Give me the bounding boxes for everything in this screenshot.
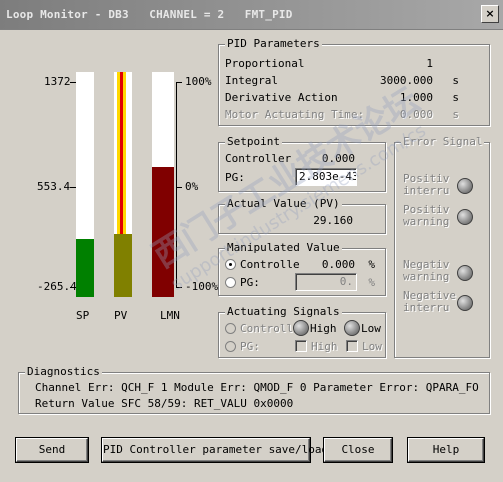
param-label-integral: Integral bbox=[225, 74, 278, 87]
param-label-motor-time: Motor Actuating Time: bbox=[225, 108, 365, 121]
error-signal-group: Error Signal Positiv interru Positiv war… bbox=[394, 135, 490, 358]
diagnostics-title: Diagnostics bbox=[25, 365, 102, 378]
actuating-pg-low-label: Low bbox=[362, 340, 382, 353]
error-negative-warning-label: Negativ warning bbox=[403, 258, 450, 283]
error-signal-title: Error Signal bbox=[401, 135, 485, 148]
actuating-pg-radio[interactable] bbox=[225, 341, 236, 352]
scale-right-mid: 0% bbox=[185, 180, 199, 193]
scale-right-tick-top bbox=[176, 82, 182, 83]
actual-value-group: Actual Value (PV) 29.160 bbox=[218, 197, 386, 234]
pv-bar bbox=[114, 72, 132, 297]
manipulated-controller-radio[interactable] bbox=[225, 259, 236, 270]
close-button[interactable]: Close bbox=[324, 438, 392, 462]
param-unit-derivative: s bbox=[452, 91, 459, 104]
setpoint-group: Setpoint Controller 0.000 PG: 2.803e-43 bbox=[218, 135, 386, 192]
setpoint-title: Setpoint bbox=[225, 135, 282, 148]
setpoint-controller-label: Controller bbox=[225, 152, 292, 165]
scale-right-tick-bottom bbox=[176, 287, 182, 288]
actuating-pg-high-label: High bbox=[311, 340, 338, 353]
pv-bar-fill bbox=[114, 234, 132, 297]
pid-parameters-title: PID Parameters bbox=[225, 37, 322, 50]
lmn-bar bbox=[152, 72, 174, 297]
error-positive-warning-led-icon bbox=[457, 209, 473, 225]
setpoint-pg-field[interactable]: 2.803e-43 bbox=[295, 168, 357, 186]
setpoint-pg-label: PG: bbox=[225, 171, 245, 184]
manipulated-controller-unit: % bbox=[368, 258, 375, 271]
param-value-proportional: 1 bbox=[426, 57, 433, 70]
sp-bar bbox=[76, 72, 94, 297]
actuating-low-led-icon bbox=[344, 320, 360, 336]
scale-right-bottom: -100% bbox=[185, 280, 219, 293]
lmn-label: LMN bbox=[160, 309, 180, 322]
help-button[interactable]: Help bbox=[408, 438, 484, 462]
dialog-client: 1372 553.4 -265.4 100% 0% -100% SP PV LM… bbox=[4, 32, 499, 478]
scale-left-top: 1372 bbox=[44, 75, 71, 88]
scale-right-tick-mid bbox=[176, 187, 182, 188]
scale-right-line bbox=[176, 82, 177, 287]
manipulated-value-group: Manipulated Value Controlle 0.000 % PG: … bbox=[218, 241, 386, 296]
pid-save-load-button[interactable]: PID Controller parameter save/load bbox=[102, 438, 328, 462]
diagnostics-group: Diagnostics Channel Err: QCH_F 1 Module … bbox=[18, 365, 490, 414]
actual-value-title: Actual Value (PV) bbox=[225, 197, 342, 210]
param-unit-integral: s bbox=[452, 74, 459, 87]
manipulated-controller-label: Controlle bbox=[240, 258, 300, 271]
scale-left-mid: 553.4 bbox=[37, 180, 71, 193]
manipulated-pg-unit: % bbox=[368, 276, 375, 289]
actuating-high-led-icon bbox=[293, 320, 309, 336]
actuating-pg-label: PG: bbox=[240, 340, 260, 353]
error-negative-interrupt-label: Negative interru bbox=[403, 289, 456, 314]
pid-parameters-group: PID Parameters Proportional 1 Integral 3… bbox=[218, 37, 490, 126]
diagnostics-line-1: Channel Err: QCH_F 1 Module Err: QMOD_F … bbox=[35, 381, 479, 394]
actual-value-readout: 29.160 bbox=[313, 214, 353, 227]
window-close-button[interactable]: × bbox=[481, 5, 499, 23]
error-positive-interrupt-label: Positiv interru bbox=[403, 172, 450, 197]
param-unit-motor-time: s bbox=[452, 108, 459, 121]
actuating-pg-high-checkbox[interactable] bbox=[295, 340, 307, 352]
actuating-pg-low-checkbox[interactable] bbox=[346, 340, 358, 352]
scale-right-top: 100% bbox=[185, 75, 212, 88]
send-button[interactable]: Send bbox=[16, 438, 88, 462]
window-title: Loop Monitor - DB3 CHANNEL = 2 FMT_PID bbox=[6, 8, 293, 21]
title-bar: Loop Monitor - DB3 CHANNEL = 2 FMT_PID × bbox=[0, 0, 503, 30]
error-negative-interrupt-led-icon bbox=[457, 295, 473, 311]
error-negative-warning-led-icon bbox=[457, 265, 473, 281]
actuating-signals-title: Actuating Signals bbox=[225, 305, 342, 318]
actuating-controller-label: Controll bbox=[240, 322, 293, 335]
param-value-integral: 3000.000 bbox=[380, 74, 433, 87]
manipulated-pg-field[interactable]: 0. bbox=[295, 273, 357, 291]
error-positive-interrupt-led-icon bbox=[457, 178, 473, 194]
actuating-controller-radio[interactable] bbox=[225, 323, 236, 334]
manipulated-controller-value: 0.000 bbox=[321, 258, 355, 271]
actuating-high-label: High bbox=[310, 322, 337, 335]
sp-label: SP bbox=[76, 309, 90, 322]
manipulated-pg-radio[interactable] bbox=[225, 277, 236, 288]
diagnostics-line-2: Return Value SFC 58/59: RET_VALU 0x0000 bbox=[35, 397, 294, 410]
actuating-low-label: Low bbox=[361, 322, 381, 335]
param-label-derivative: Derivative Action bbox=[225, 91, 338, 104]
param-value-motor-time: 0.000 bbox=[399, 108, 433, 121]
lmn-bar-fill bbox=[152, 166, 174, 297]
param-label-proportional: Proportional bbox=[225, 57, 305, 70]
pv-label: PV bbox=[114, 309, 128, 322]
sp-bar-fill bbox=[76, 238, 94, 297]
actuating-signals-group: Actuating Signals Controll High Low PG: … bbox=[218, 305, 386, 358]
manipulated-pg-label: PG: bbox=[240, 276, 260, 289]
setpoint-controller-value: 0.000 bbox=[321, 152, 355, 165]
error-positive-warning-label: Positiv warning bbox=[403, 203, 450, 228]
manipulated-value-title: Manipulated Value bbox=[225, 241, 342, 254]
param-value-derivative: 1.000 bbox=[399, 91, 433, 104]
